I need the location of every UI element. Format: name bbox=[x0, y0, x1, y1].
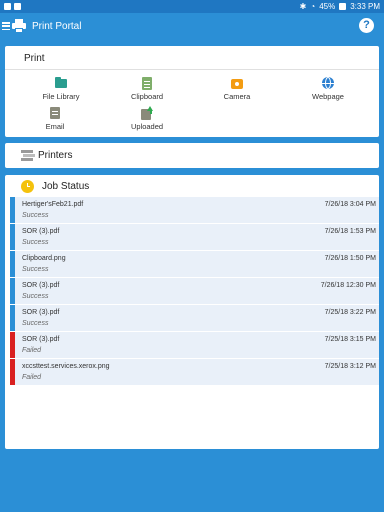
job-row[interactable]: Hertiger'sFeb21.pdf Success 7/26/18 3:04… bbox=[10, 197, 379, 223]
printers-icon bbox=[21, 149, 35, 162]
notification-icon bbox=[4, 3, 11, 10]
tile-camera[interactable]: Camera bbox=[202, 76, 272, 101]
tile-uploaded[interactable]: Uploaded bbox=[112, 106, 182, 131]
job-time: 7/26/18 1:53 PM bbox=[324, 228, 376, 235]
tile-label: Uploaded bbox=[130, 122, 164, 131]
tile-label: Clipboard bbox=[130, 92, 164, 101]
clock-time: 3:33 PM bbox=[350, 2, 380, 11]
printers-card[interactable]: Printers bbox=[5, 143, 379, 168]
status-bar-indicator bbox=[10, 332, 15, 358]
job-name: SOR (3).pdf bbox=[22, 336, 60, 343]
job-time: 7/26/18 1:50 PM bbox=[324, 255, 376, 262]
print-card: Print File Library Clipboard Camera Webp… bbox=[5, 46, 379, 137]
wifi-icon: ◔ bbox=[310, 2, 316, 11]
job-time: 7/26/18 12:30 PM bbox=[320, 282, 376, 289]
status-bar-indicator bbox=[10, 305, 15, 331]
tile-email[interactable]: Email bbox=[20, 106, 90, 131]
app-title: Print Portal bbox=[32, 20, 82, 32]
notification-icon bbox=[14, 3, 21, 10]
email-icon bbox=[48, 106, 62, 120]
upload-icon bbox=[140, 106, 154, 120]
job-row[interactable]: SOR (3).pdf Success 7/26/18 12:30 PM bbox=[10, 278, 379, 304]
job-time: 7/25/18 3:12 PM bbox=[324, 363, 376, 370]
job-status: Success bbox=[22, 212, 49, 219]
status-bar: ✱ ◔ 45% 3:33 PM bbox=[0, 0, 384, 13]
job-row[interactable]: Clipboard.png Success 7/26/18 1:50 PM bbox=[10, 251, 379, 277]
status-bar-indicator bbox=[10, 359, 15, 385]
print-section-title: Print bbox=[24, 53, 45, 64]
job-name: SOR (3).pdf bbox=[22, 228, 60, 235]
help-icon[interactable]: ? bbox=[359, 18, 374, 33]
job-status-header: Job Status bbox=[21, 180, 89, 193]
status-bar-indicator bbox=[10, 197, 15, 223]
job-row[interactable]: xccsttest.services.xerox.png Failed 7/25… bbox=[10, 359, 379, 385]
status-bar-indicator bbox=[10, 224, 15, 250]
tile-label: Webpage bbox=[312, 92, 344, 101]
job-row[interactable]: SOR (3).pdf Success 7/26/18 1:53 PM bbox=[10, 224, 379, 250]
job-status: Success bbox=[22, 266, 49, 273]
menu-icon[interactable] bbox=[2, 22, 10, 30]
job-name: SOR (3).pdf bbox=[22, 309, 60, 316]
job-name: xccsttest.services.xerox.png bbox=[22, 363, 110, 370]
job-time: 7/26/18 3:04 PM bbox=[324, 201, 376, 208]
printer-logo-icon bbox=[12, 19, 26, 33]
job-status: Success bbox=[22, 320, 49, 327]
bluetooth-icon: ✱ bbox=[299, 2, 307, 11]
job-time: 7/25/18 3:22 PM bbox=[324, 309, 376, 316]
divider bbox=[5, 69, 379, 70]
job-list: Hertiger'sFeb21.pdf Success 7/26/18 3:04… bbox=[10, 197, 379, 386]
job-row[interactable]: SOR (3).pdf Success 7/25/18 3:22 PM bbox=[10, 305, 379, 331]
job-name: Hertiger'sFeb21.pdf bbox=[22, 201, 84, 208]
clock-icon bbox=[21, 180, 34, 193]
job-status-card: Job Status Hertiger'sFeb21.pdf Success 7… bbox=[5, 175, 379, 449]
status-bar-indicator bbox=[10, 251, 15, 277]
globe-icon bbox=[321, 76, 335, 90]
tile-label: Email bbox=[45, 122, 65, 131]
job-status: Failed bbox=[22, 347, 42, 354]
status-bar-indicator bbox=[10, 278, 15, 304]
tile-webpage[interactable]: Webpage bbox=[293, 76, 363, 101]
job-status: Success bbox=[22, 293, 49, 300]
tile-label: File Library bbox=[42, 92, 80, 101]
job-status-title: Job Status bbox=[42, 181, 90, 192]
battery-level: 45% bbox=[319, 2, 336, 11]
battery-icon bbox=[339, 3, 347, 10]
job-name: SOR (3).pdf bbox=[22, 282, 60, 289]
clipboard-icon bbox=[140, 76, 154, 90]
tile-label: Camera bbox=[223, 92, 251, 101]
tile-clipboard[interactable]: Clipboard bbox=[112, 76, 182, 101]
job-status: Success bbox=[22, 239, 49, 246]
job-time: 7/25/18 3:15 PM bbox=[324, 336, 376, 343]
printers-label: Printers bbox=[38, 150, 73, 161]
camera-icon bbox=[230, 76, 244, 90]
job-status: Failed bbox=[22, 374, 42, 381]
tile-file-library[interactable]: File Library bbox=[26, 76, 96, 101]
app-bar: Print Portal ? bbox=[0, 13, 384, 39]
job-row[interactable]: SOR (3).pdf Failed 7/25/18 3:15 PM bbox=[10, 332, 379, 358]
folder-icon bbox=[54, 76, 68, 90]
job-name: Clipboard.png bbox=[22, 255, 66, 262]
